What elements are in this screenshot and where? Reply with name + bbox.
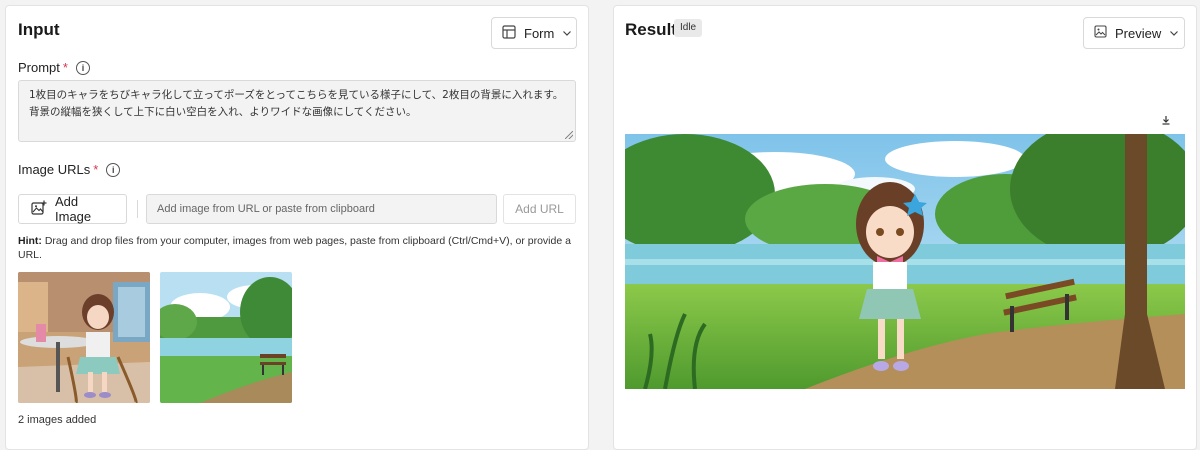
required-mark: * [62, 60, 68, 75]
divider [137, 200, 138, 218]
prompt-textarea[interactable]: 1枚目のキャラをちびキャラ化して立ってポーズをとってこちらを見ている様子にして、… [18, 80, 576, 142]
hint-text: Hint: Drag and drop files from your comp… [18, 234, 578, 262]
image-urls-label: Image URLs * i [18, 162, 121, 177]
result-image [625, 134, 1185, 389]
prompt-label-text: Prompt [18, 60, 60, 75]
info-icon[interactable]: i [106, 162, 121, 177]
hint-body: Drag and drop files from your computer, … [18, 235, 571, 261]
images-count: 2 images added [18, 414, 97, 426]
input-title: Input [18, 20, 60, 39]
image-thumbnail[interactable] [18, 272, 150, 403]
view-dropdown[interactable]: Preview [1083, 17, 1185, 49]
input-panel: Input Form Prompt * i 1枚目のキャラをちびキャラ化して立って… [5, 5, 589, 450]
chevron-down-icon [562, 26, 572, 41]
download-icon[interactable] [1156, 110, 1176, 130]
resize-handle[interactable] [565, 131, 573, 139]
mode-label: Form [524, 25, 555, 41]
chevron-down-icon [1169, 26, 1179, 41]
image-urls-label-text: Image URLs [18, 162, 91, 177]
hint-prefix: Hint: [18, 235, 42, 247]
result-title: Result [625, 20, 677, 39]
info-icon[interactable]: i [75, 60, 90, 75]
required-mark: * [93, 162, 99, 177]
view-label: Preview [1115, 25, 1162, 41]
prompt-label: Prompt * i [18, 60, 90, 75]
result-panel: Result Idle Preview [613, 5, 1197, 450]
image-icon [1094, 25, 1107, 41]
add-url-button[interactable]: Add URL [503, 194, 576, 224]
status-badge: Idle [674, 19, 703, 37]
add-image-button[interactable]: Add Image [18, 194, 127, 224]
mode-dropdown[interactable]: Form [491, 17, 577, 49]
layout-icon [502, 24, 516, 42]
prompt-value: 1枚目のキャラをちびキャラ化して立ってポーズをとってこちらを見ている様子にして、… [29, 89, 564, 118]
url-input[interactable] [146, 194, 497, 224]
add-image-label: Add Image [55, 194, 92, 224]
image-add-icon [31, 200, 47, 219]
image-thumbnail[interactable] [160, 272, 292, 403]
